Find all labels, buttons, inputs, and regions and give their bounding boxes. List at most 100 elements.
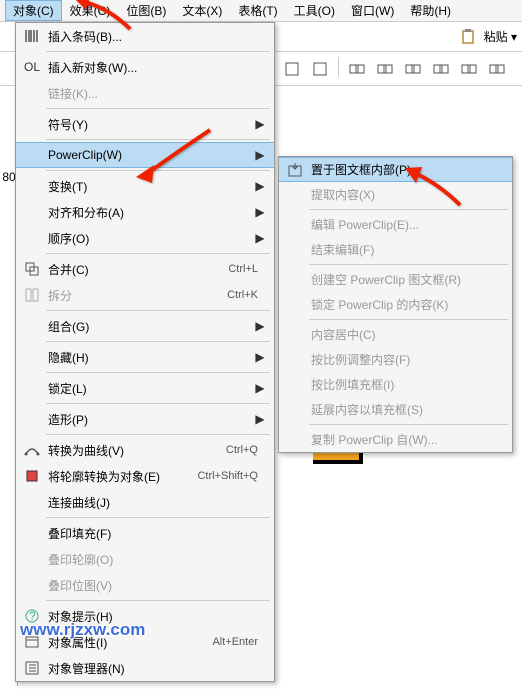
simplify-icon[interactable] xyxy=(429,57,453,81)
blank-icon xyxy=(20,575,44,595)
powerclip-menu-label: 按比例填充框(I) xyxy=(307,376,504,393)
powerclip-menu-label: 复制 PowerClip 自(W)... xyxy=(307,431,504,448)
powerclip-menu-separator xyxy=(309,209,508,210)
object-menu-separator xyxy=(46,139,270,140)
menu-window[interactable]: 窗口(W) xyxy=(343,0,402,21)
object-menu-label: 连接曲线(J) xyxy=(44,494,266,511)
object-menu-item-0[interactable]: 插入条码(B)... xyxy=(16,23,274,49)
object-menu-item-5[interactable]: 符号(Y)▶ xyxy=(16,111,274,137)
powerclip-menu-item-3: 编辑 PowerClip(E)... xyxy=(279,212,512,237)
object-menu-item-13[interactable]: 合并(C)Ctrl+L xyxy=(16,256,274,282)
blank-icon xyxy=(20,378,44,398)
edit-icon xyxy=(283,215,307,235)
menu-effects[interactable]: 效果(C) xyxy=(62,0,119,21)
submenu-arrow-icon: ▶ xyxy=(254,381,266,395)
object-menu-separator xyxy=(46,253,270,254)
object-menu-item-7[interactable]: PowerClip(W)▶ xyxy=(16,142,274,168)
object-menu-label: PowerClip(W) xyxy=(44,148,254,162)
menu-object[interactable]: 对象(C) xyxy=(5,0,62,21)
object-menu-item-20[interactable]: 锁定(L)▶ xyxy=(16,375,274,401)
svg-text:OLE: OLE xyxy=(24,60,40,74)
object-menu-separator xyxy=(46,403,270,404)
object-menu-item-11[interactable]: 顺序(O)▶ xyxy=(16,225,274,251)
powerclip-menu-label: 结束编辑(F) xyxy=(307,241,504,258)
powerclip-menu-item-0[interactable]: 置于图文框内部(P)... xyxy=(279,157,512,182)
submenu-arrow-icon: ▶ xyxy=(254,205,266,219)
menu-tools[interactable]: 工具(O) xyxy=(286,0,343,21)
watermark: www.rjzxw.com xyxy=(20,620,145,640)
powerclip-menu-separator xyxy=(309,424,508,425)
blank-icon xyxy=(20,145,44,165)
menubar: 对象(C) 效果(C) 位图(B) 文本(X) 表格(T) 工具(O) 窗口(W… xyxy=(0,0,522,22)
object-menu-separator xyxy=(46,51,270,52)
powerclip-menu-item-11: 按比例填充框(I) xyxy=(279,372,512,397)
object-menu-label: 造形(P) xyxy=(44,411,254,428)
object-menu-label: 合并(C) xyxy=(44,261,228,278)
align-icon-1[interactable] xyxy=(280,57,304,81)
blank-icon xyxy=(20,347,44,367)
copy-icon xyxy=(283,430,307,450)
back-minus-front-icon[interactable] xyxy=(485,57,509,81)
object-menu-item-22[interactable]: 造形(P)▶ xyxy=(16,406,274,432)
intersect-icon[interactable] xyxy=(401,57,425,81)
object-menu-item-10[interactable]: 对齐和分布(A)▶ xyxy=(16,199,274,225)
object-menu-separator xyxy=(46,170,270,171)
powerclip-menu-item-4: 结束编辑(F) xyxy=(279,237,512,262)
menu-text[interactable]: 文本(X) xyxy=(174,0,230,21)
shortcut-label: Ctrl+K xyxy=(227,289,266,301)
place-icon xyxy=(283,160,307,180)
object-menu-label: 组合(G) xyxy=(44,318,254,335)
submenu-arrow-icon: ▶ xyxy=(254,231,266,245)
center-icon xyxy=(283,325,307,345)
align-icon-2[interactable] xyxy=(308,57,332,81)
powerclip-menu-separator xyxy=(309,319,508,320)
powerclip-menu-label: 编辑 PowerClip(E)... xyxy=(307,216,504,233)
stretch-icon xyxy=(283,400,307,420)
menu-bitmap[interactable]: 位图(B) xyxy=(118,0,174,21)
object-menu-separator xyxy=(46,372,270,373)
powerclip-menu-item-14: 复制 PowerClip 自(W)... xyxy=(279,427,512,452)
combine-icon xyxy=(20,259,44,279)
powerclip-menu-separator xyxy=(309,264,508,265)
object-menu-item-28[interactable]: 叠印填充(F) xyxy=(16,520,274,546)
paste-icon[interactable] xyxy=(456,25,480,49)
blank-icon xyxy=(20,202,44,222)
object-menu-item-18[interactable]: 隐藏(H)▶ xyxy=(16,344,274,370)
object-menu-separator xyxy=(46,600,270,601)
mgr-icon xyxy=(20,658,44,678)
object-menu-item-9[interactable]: 变换(T)▶ xyxy=(16,173,274,199)
object-menu-item-34[interactable]: 对象管理器(N) xyxy=(16,655,274,681)
prop-icon xyxy=(283,350,307,370)
object-menu-separator xyxy=(46,310,270,311)
object-menu-item-2[interactable]: OLE 插入新对象(W)... xyxy=(16,54,274,80)
front-minus-back-icon[interactable] xyxy=(457,57,481,81)
submenu-arrow-icon: ▶ xyxy=(254,350,266,364)
curve-icon xyxy=(20,440,44,460)
shortcut-label: Ctrl+Q xyxy=(226,444,266,456)
object-menu-label: 链接(K)... xyxy=(44,85,266,102)
menu-help[interactable]: 帮助(H) xyxy=(402,0,459,21)
shortcut-label: Ctrl+Shift+Q xyxy=(197,470,266,482)
powerclip-menu-label: 延展内容以填充框(S) xyxy=(307,401,504,418)
extract-icon xyxy=(283,185,307,205)
blank-icon xyxy=(20,114,44,134)
submenu-arrow-icon: ▶ xyxy=(254,148,266,162)
object-menu-item-24[interactable]: 转换为曲线(V)Ctrl+Q xyxy=(16,437,274,463)
blank-icon xyxy=(20,316,44,336)
object-menu-label: 对象管理器(N) xyxy=(44,660,266,677)
powerclip-menu-item-10: 按比例调整内容(F) xyxy=(279,347,512,372)
trim-icon[interactable] xyxy=(373,57,397,81)
outline-icon xyxy=(20,466,44,486)
powerclip-menu-label: 内容居中(C) xyxy=(307,326,504,343)
object-menu-label: 插入条码(B)... xyxy=(44,28,266,45)
paste-label[interactable]: 粘贴 ▾ xyxy=(484,28,517,45)
object-menu-separator xyxy=(46,108,270,109)
menu-table[interactable]: 表格(T) xyxy=(230,0,285,21)
object-menu-item-26[interactable]: 连接曲线(J) xyxy=(16,489,274,515)
powerclip-menu-item-12: 延展内容以填充框(S) xyxy=(279,397,512,422)
object-menu-label: 插入新对象(W)... xyxy=(44,59,266,76)
weld-icon[interactable] xyxy=(345,57,369,81)
object-menu-item-25[interactable]: 将轮廓转换为对象(E)Ctrl+Shift+Q xyxy=(16,463,274,489)
object-menu-item-16[interactable]: 组合(G)▶ xyxy=(16,313,274,339)
finish-icon xyxy=(283,240,307,260)
